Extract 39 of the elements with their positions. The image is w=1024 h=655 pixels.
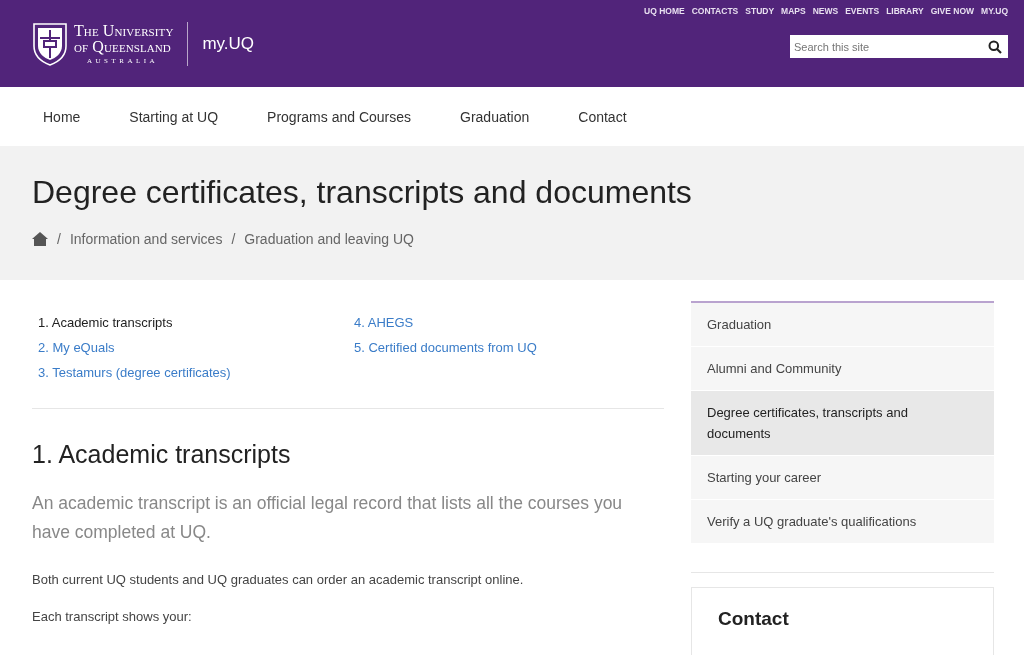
- contact-heading: Contact: [718, 608, 790, 630]
- contents-link[interactable]: 4. AHEGS: [348, 315, 664, 330]
- breadcrumb-separator: /: [231, 231, 236, 247]
- utility-link[interactable]: LIBRARY: [886, 6, 924, 16]
- nav-link[interactable]: Programs and Courses: [267, 108, 411, 125]
- breadcrumb-link[interactable]: Information and services: [69, 231, 223, 247]
- nav-link[interactable]: Contact: [578, 108, 627, 125]
- body-paragraph: Both current UQ students and UQ graduates can order an academic transcript online.: [32, 572, 525, 587]
- sidebar-item[interactable]: Degree certificates, transcripts and documents: [691, 391, 994, 456]
- contents-link[interactable]: 5. Certified documents from UQ: [348, 340, 664, 355]
- utility-link[interactable]: MAPS: [781, 6, 806, 16]
- nav-link[interactable]: Graduation: [460, 108, 530, 125]
- utility-link[interactable]: STUDY: [745, 6, 775, 16]
- utility-link[interactable]: GIVE NOW: [930, 6, 975, 16]
- utility-link[interactable]: UQ HOME: [644, 6, 685, 16]
- sidebar-item[interactable]: Graduation: [691, 303, 994, 347]
- breadcrumb-link[interactable]: Graduation and leaving UQ: [244, 231, 414, 247]
- nav-link[interactable]: Starting at UQ: [129, 108, 219, 125]
- section-heading: 1. Academic transcripts: [32, 440, 292, 469]
- search-icon[interactable]: [988, 40, 1002, 54]
- breadcrumb-separator: /: [57, 231, 61, 247]
- utility-link[interactable]: CONTACTS: [691, 6, 739, 16]
- site-name-link[interactable]: my.UQ: [202, 33, 255, 54]
- utility-link[interactable]: NEWS: [812, 6, 839, 16]
- utility-link[interactable]: EVENTS: [845, 6, 880, 16]
- page-title: Degree certificates, transcripts and documents: [32, 174, 693, 211]
- sidebar-item[interactable]: Alumni and Community: [691, 347, 994, 391]
- lead-paragraph: An academic transcript is an official legal record that lists all the courses you have completed at UQ.: [32, 492, 624, 544]
- contents-link[interactable]: 3. Testamurs (degree certificates): [32, 365, 348, 380]
- sidebar-item[interactable]: Verify a UQ graduate's qualifications: [691, 500, 994, 544]
- contents-link[interactable]: 2. My eQuals: [32, 340, 348, 355]
- nav-link[interactable]: Home: [43, 108, 81, 125]
- search-field[interactable]: Search this site: [790, 35, 1008, 58]
- crest-icon: [32, 21, 68, 66]
- home-icon[interactable]: [32, 232, 48, 246]
- contents-link[interactable]: 1. Academic transcripts: [32, 315, 348, 330]
- body-paragraph: Each transcript shows your:: [32, 609, 193, 624]
- utility-link[interactable]: MY.UQ: [981, 6, 1008, 16]
- sidebar-item[interactable]: Starting your career: [691, 456, 994, 500]
